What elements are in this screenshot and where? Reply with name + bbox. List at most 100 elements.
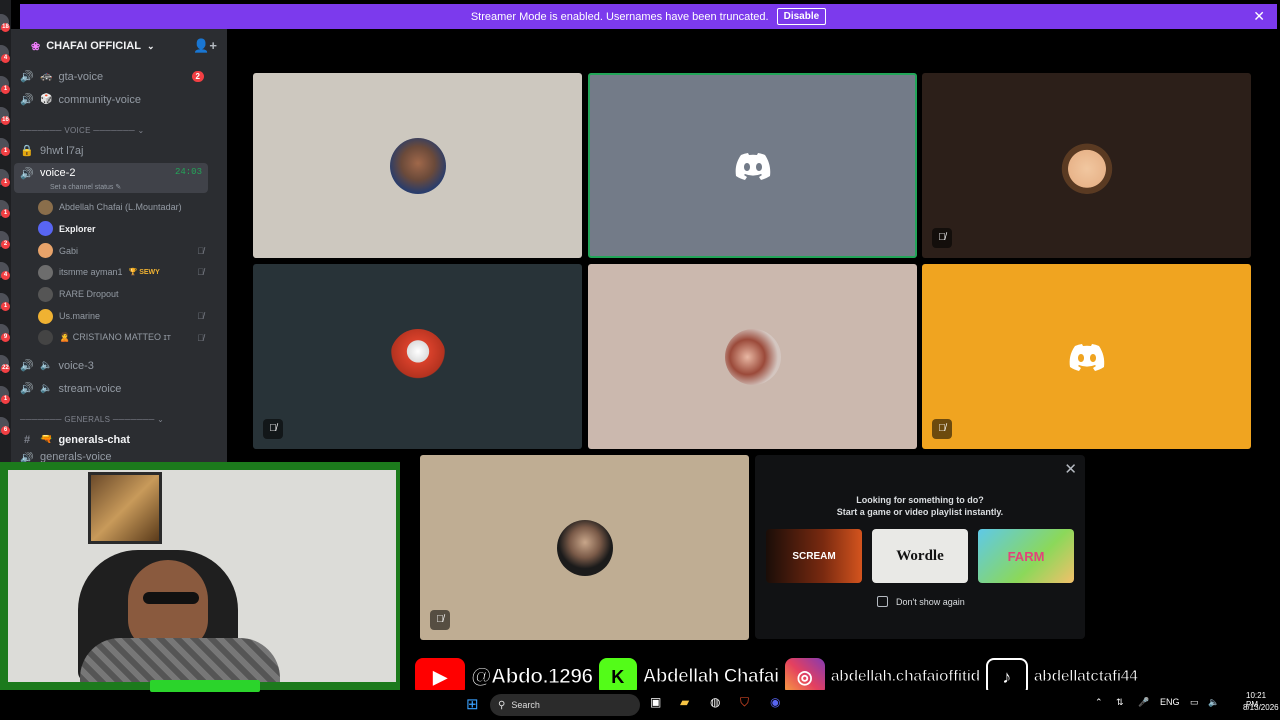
participant-tile[interactable]: 🎙̸	[420, 455, 749, 640]
network-icon[interactable]: ⇅	[1116, 697, 1124, 708]
server-header[interactable]: ❀ CHAFAI OFFICIAL ⌄ 👤+	[11, 29, 227, 63]
participant-tile[interactable]: 🎙̸	[922, 73, 1251, 258]
server-badge: 1	[1, 209, 10, 218]
avatar	[389, 137, 446, 194]
add-member-icon[interactable]: 👤+	[193, 38, 217, 54]
checkbox-box[interactable]	[877, 596, 888, 607]
close-icon[interactable]: ✕	[1253, 8, 1265, 25]
category-voice[interactable]: ─────── VOICE ─────── ⌄	[20, 126, 145, 135]
voice-user-name: Abdellah Chafai (L.Mountadar)	[59, 202, 182, 212]
voice-channel-partial[interactable]: 🔊 generals-voice	[14, 452, 208, 462]
channel-status[interactable]: Set a channel status ✎	[50, 183, 121, 191]
participant-tile[interactable]: 🎙̸	[922, 264, 1251, 449]
muted-mic-icon: 🎙̸	[263, 419, 283, 439]
channel-name: voice-2	[40, 167, 76, 179]
language-indicator[interactable]: ENG	[1160, 697, 1180, 707]
lion-painting	[88, 472, 162, 544]
channel-name: gta-voice	[58, 70, 104, 83]
file-explorer-icon[interactable]: ▰	[680, 695, 689, 709]
youtube-handle: @Abdo.1296	[471, 665, 594, 689]
voice-user[interactable]: Explorer	[38, 219, 208, 239]
server-badge: 4	[1, 54, 10, 63]
channel-emoji: 🎲	[40, 94, 53, 105]
avatar	[38, 243, 53, 259]
task-view-icon[interactable]: ▣	[650, 695, 661, 709]
checkbox-label: Don't show again	[896, 596, 965, 607]
voice-channel-voice-3[interactable]: 🔊 🔈 voice-3	[14, 355, 208, 376]
channel-name: voice-3	[58, 359, 94, 372]
voice-user[interactable]: Gabi 🎙̸	[38, 241, 208, 261]
microphone-icon[interactable]: 🎤	[1138, 697, 1149, 708]
activity-shelf: ✕ Looking for something to do? Start a g…	[755, 455, 1085, 639]
voice-user[interactable]: itsmme ayman1 🏆 SEWY 🎙̸	[38, 262, 208, 282]
voice-user-name: Gabi	[59, 245, 79, 256]
kick-handle: Abdellah Chafai	[642, 666, 780, 688]
close-icon[interactable]: ✕	[1064, 460, 1077, 478]
voice-user[interactable]: 🙎 CRISTIANO MATTEO ɪᴛ 🎙̸	[38, 328, 208, 348]
server-badge: 22	[1, 364, 10, 373]
streamer-mode-banner: Streamer Mode is enabled. Usernames have…	[20, 4, 1277, 29]
voice-user[interactable]: Us.marine 🎙̸	[38, 306, 208, 326]
discord-taskbar-icon[interactable]: ◉	[770, 695, 780, 709]
windows-taskbar: ⊞ ⚲ Search ▣ ▰ ◍ ⛉ ◉ ⌃ ⇅ 🎤 ENG ▭ 🔈 10:21…	[400, 690, 1280, 720]
speaker-small-icon: 🔈	[40, 360, 53, 371]
avatar	[38, 330, 53, 346]
participant-tile[interactable]	[253, 73, 582, 258]
speaker-icon: 🔊	[20, 452, 34, 462]
muted-mic-icon: 🎙̸	[197, 245, 204, 256]
windows-start-icon[interactable]: ⊞	[466, 695, 479, 713]
text-channel-generals-chat[interactable]: # 🔫 generals-chat	[14, 429, 208, 450]
voice-user-name: Explorer	[59, 223, 96, 234]
voice-user[interactable]: Abdellah Chafai (L.Mountadar)	[38, 197, 208, 217]
chevron-up-icon[interactable]: ⌃	[1095, 697, 1103, 708]
channel-name: generals-voice	[40, 452, 112, 462]
server-badge: 1	[1, 147, 10, 156]
lock-icon: 🔒	[20, 145, 34, 157]
game-card-farm[interactable]: FARM	[978, 529, 1074, 583]
avatar	[38, 308, 53, 324]
muted-mic-icon: 🎙̸	[932, 228, 952, 248]
streamer-shirt	[80, 638, 280, 682]
category-generals[interactable]: ─────── GENERALS ─────── ⌄	[20, 415, 164, 424]
discord-logo-icon	[735, 152, 770, 180]
instagram-handle: abdellah.chafaioffitid	[830, 668, 981, 686]
brave-icon[interactable]: ⛉	[740, 695, 749, 710]
server-name: CHAFAI OFFICIAL	[46, 40, 141, 52]
dont-show-again-checkbox[interactable]: Don't show again	[877, 596, 965, 607]
steam-icon[interactable]: ◍	[710, 695, 720, 709]
voice-channel-stream-voice[interactable]: 🔊 🔈 stream-voice	[14, 378, 208, 399]
server-badge: 6	[1, 426, 10, 435]
participant-tile-speaking[interactable]	[588, 73, 917, 258]
voice-user[interactable]: RARE Dropout	[38, 284, 208, 304]
game-card-scream[interactable]: SCREAM	[766, 529, 862, 583]
server-badge: 16	[1, 116, 10, 125]
muted-mic-icon: 🎙̸	[197, 332, 204, 343]
disable-button[interactable]: Disable	[776, 8, 827, 25]
voice-channel-community-voice[interactable]: 🔊 🎲 community-voice	[14, 89, 208, 110]
server-icon: ❀	[31, 40, 41, 53]
channel-emoji: 🔫	[40, 434, 53, 445]
taskbar-search[interactable]: ⚲ Search	[490, 694, 640, 716]
participant-tile[interactable]	[588, 264, 917, 449]
channel-name: community-voice	[58, 93, 141, 106]
speaker-icon: 🔊	[20, 383, 34, 395]
avatar	[556, 519, 613, 576]
speaker-icon: 🔊	[20, 360, 34, 372]
speaker-icon: 🔊	[20, 71, 34, 83]
display-icon[interactable]: ▭	[1190, 697, 1199, 708]
server-badge: 18	[1, 23, 10, 32]
participant-tile[interactable]: 🎙̸	[253, 264, 582, 449]
locked-channel[interactable]: 🔒 9hwt l7aj	[14, 140, 208, 161]
banner-text: Streamer Mode is enabled. Usernames have…	[470, 10, 769, 23]
game-card-wordle[interactable]: Wordle	[872, 529, 968, 583]
clock-date[interactable]: 8/13/2026	[1243, 703, 1279, 712]
volume-icon[interactable]: 🔈	[1208, 697, 1219, 708]
tiktok-handle: abdellatctafi44	[1033, 668, 1138, 686]
voice-channel-gta-voice[interactable]: 🔊 🚓 gta-voice 2	[14, 66, 208, 87]
taskbar-search-label: Search	[511, 700, 540, 710]
chevron-down-icon: ⌄	[146, 40, 155, 51]
search-icon: ⚲	[498, 699, 506, 711]
activity-subheading: Start a game or video playlist instantly…	[836, 507, 1004, 517]
voice-user-name: Us.marine	[59, 311, 101, 321]
voice-user-name: 🙎 CRISTIANO MATTEO ɪᴛ	[59, 332, 171, 343]
